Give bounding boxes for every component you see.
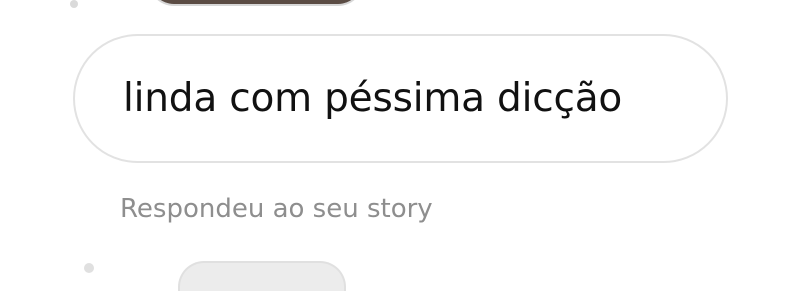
story-thumbnail[interactable]: [178, 261, 346, 291]
message-bubble[interactable]: linda com péssima dicção: [73, 34, 728, 163]
story-reply-caption: Respondeu ao seu story: [120, 194, 433, 224]
story-thumbnail[interactable]: [148, 0, 364, 6]
message-text: linda com péssima dicção: [123, 76, 623, 121]
sender-avatar-dot: [84, 263, 94, 273]
sender-avatar-dot: [70, 0, 78, 8]
